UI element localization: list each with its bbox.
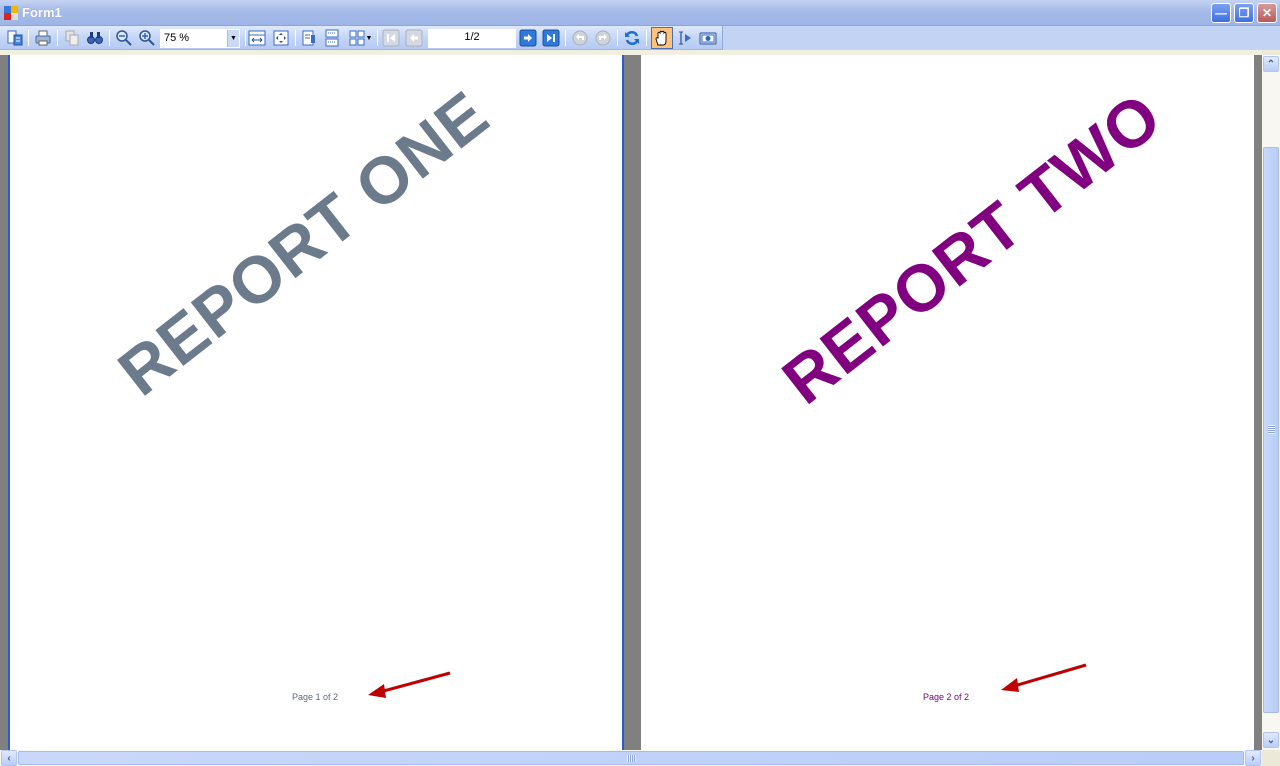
app-icon <box>4 6 18 20</box>
forward-icon <box>595 30 611 46</box>
vertical-scrollbar[interactable]: ⌃ ⌄ <box>1262 55 1280 750</box>
first-page-icon <box>382 29 400 47</box>
previous-page-button[interactable] <box>404 28 424 48</box>
continuous-button[interactable] <box>322 28 342 48</box>
zoom-out-button[interactable] <box>114 28 134 48</box>
next-page-icon <box>519 29 537 47</box>
hand-tool-icon <box>655 30 667 46</box>
multiple-pages-button[interactable]: ▼ <box>346 28 374 48</box>
report-preview-area: REPORT ONE Page 1 of 2 REPORT TWO Page 2… <box>0 50 1262 750</box>
report-page-1[interactable]: REPORT ONE Page 1 of 2 <box>8 55 624 750</box>
copy-button[interactable] <box>62 28 82 48</box>
restore-icon: ❐ <box>1238 6 1250 20</box>
horizontal-scrollbar[interactable]: ‹ › <box>0 750 1262 766</box>
vertical-scroll-thumb[interactable] <box>1263 147 1279 713</box>
close-icon: ✕ <box>1261 6 1273 20</box>
grip-icon <box>627 755 636 762</box>
print-button[interactable] <box>33 28 53 48</box>
page-1-footer: Page 1 of 2 <box>292 692 339 702</box>
page-width-button[interactable] <box>247 28 267 48</box>
minimize-button[interactable]: — <box>1211 3 1231 23</box>
find-button[interactable] <box>85 28 105 48</box>
print-icon <box>35 30 51 46</box>
scroll-right-button[interactable]: › <box>1245 750 1261 766</box>
page-2-watermark: REPORT TWO <box>768 78 1175 418</box>
next-page-button[interactable] <box>518 28 538 48</box>
close-button[interactable]: ✕ <box>1257 3 1277 23</box>
snapshot-button[interactable] <box>698 28 718 48</box>
page-number-value: 1/2 <box>464 31 480 43</box>
chevron-left-icon: ‹ <box>7 752 11 764</box>
chevron-down-icon: ⌄ <box>1266 734 1276 746</box>
zoom-level-value: 75 % <box>164 32 190 44</box>
continuous-icon <box>325 29 339 47</box>
page-number-input[interactable]: 1/2 <box>428 29 516 48</box>
minimize-icon: — <box>1215 6 1227 20</box>
restore-button[interactable]: ❐ <box>1234 3 1254 23</box>
annotation-arrow-1 <box>368 671 451 698</box>
page-2-footer: Page 2 of 2 <box>923 692 970 702</box>
chevron-up-icon: ⌃ <box>1266 58 1276 70</box>
preview-top-margin <box>0 50 1262 55</box>
last-page-icon <box>542 29 560 47</box>
whole-page-button[interactable] <box>271 28 291 48</box>
scroll-down-button[interactable]: ⌄ <box>1263 732 1279 748</box>
back-icon <box>572 30 588 46</box>
previous-page-icon <box>405 29 423 47</box>
first-page-button[interactable] <box>381 28 401 48</box>
select-text-button[interactable] <box>675 28 695 48</box>
refresh-icon <box>625 30 639 46</box>
grip-icon <box>1268 425 1275 434</box>
copy-icon <box>65 30 79 46</box>
zoom-level-select[interactable]: 75 % ▼ <box>160 29 240 48</box>
chevron-down-icon[interactable]: ▼ <box>227 30 239 47</box>
scrollbar-corner <box>1262 750 1280 766</box>
title-bar: Form1 — ❐ ✕ <box>0 0 1280 26</box>
forward-button[interactable] <box>593 28 613 48</box>
zoom-out-icon <box>116 30 132 46</box>
window-title: Form1 <box>22 5 62 20</box>
horizontal-scroll-thumb[interactable] <box>18 751 1244 765</box>
hand-tool-button[interactable] <box>651 27 673 49</box>
page-width-icon <box>248 30 266 46</box>
single-page-icon <box>302 30 315 46</box>
toolbar-empty-area <box>722 26 1280 50</box>
zoom-in-button[interactable] <box>137 28 157 48</box>
report-page-2[interactable]: REPORT TWO Page 2 of 2 <box>641 55 1254 750</box>
select-text-icon <box>679 31 691 45</box>
dropdown-arrow-icon: ▼ <box>365 34 373 42</box>
single-page-button[interactable] <box>299 28 319 48</box>
back-button[interactable] <box>570 28 590 48</box>
find-icon <box>87 32 103 44</box>
report-viewer-window: Form1 — ❐ ✕ ▼ 75 % ▼ 1/2 REPORT ONE Page… <box>0 0 1280 766</box>
page-1-watermark: REPORT ONE <box>104 76 502 410</box>
snapshot-icon <box>699 32 717 45</box>
refresh-button[interactable] <box>622 28 642 48</box>
last-page-button[interactable] <box>541 28 561 48</box>
chevron-right-icon: › <box>1251 752 1255 764</box>
multiple-pages-icon <box>349 30 365 46</box>
scroll-left-button[interactable]: ‹ <box>1 750 17 766</box>
whole-page-icon <box>273 30 289 46</box>
annotation-arrow-2 <box>1001 663 1087 692</box>
document-map-button[interactable] <box>5 28 25 48</box>
scroll-up-button[interactable]: ⌃ <box>1263 56 1279 72</box>
zoom-in-icon <box>139 30 155 46</box>
document-map-icon <box>7 30 23 46</box>
